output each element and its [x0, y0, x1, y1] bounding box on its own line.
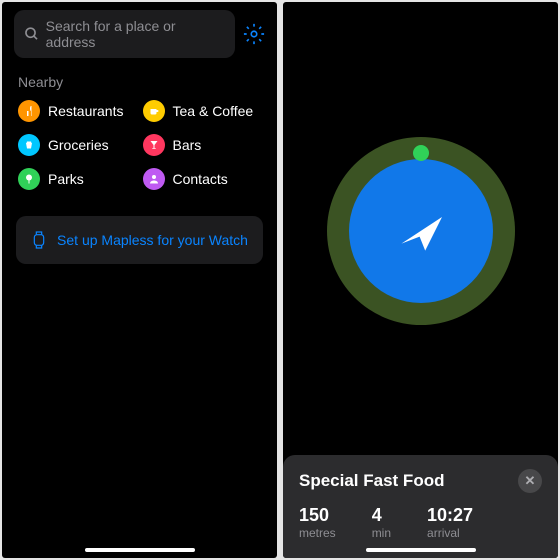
groceries-icon: [18, 134, 40, 156]
stats-row: 150 metres 4 min 10:27 arrival: [299, 505, 542, 540]
stat-label: min: [372, 526, 391, 540]
nearby-title: Nearby: [18, 74, 261, 90]
tea-coffee-icon: [143, 100, 165, 122]
nearby-grid: Restaurants Tea & Coffee Groceries Bars …: [18, 100, 261, 190]
bars-icon: [143, 134, 165, 156]
watch-icon: [31, 230, 47, 250]
stat-duration: 4 min: [372, 505, 391, 540]
stat-value: 4: [372, 505, 391, 526]
nearby-label: Bars: [173, 137, 202, 153]
compass-disc: [349, 159, 493, 303]
search-icon: [24, 26, 40, 42]
nearby-restaurants[interactable]: Restaurants: [18, 100, 137, 122]
close-icon: ✕: [525, 473, 536, 489]
nearby-parks[interactable]: Parks: [18, 168, 137, 190]
destination-panel: Special Fast Food ✕ 150 metres 4 min 10:…: [283, 455, 558, 558]
nearby-label: Groceries: [48, 137, 109, 153]
nearby-label: Tea & Coffee: [173, 103, 254, 119]
compass-ring: [327, 137, 515, 325]
nearby-contacts[interactable]: Contacts: [143, 168, 262, 190]
contacts-icon: [143, 168, 165, 190]
nearby-label: Parks: [48, 171, 84, 187]
watch-setup-banner[interactable]: Set up Mapless for your Watch: [16, 216, 263, 264]
phone-right: Special Fast Food ✕ 150 metres 4 min 10:…: [283, 2, 558, 558]
nearby-groceries[interactable]: Groceries: [18, 134, 137, 156]
search-placeholder: Search for a place or address: [46, 18, 225, 50]
phone-left: Search for a place or address Nearby Res…: [2, 2, 277, 558]
panel-header: Special Fast Food ✕: [299, 469, 542, 493]
stat-value: 10:27: [427, 505, 473, 526]
destination-title: Special Fast Food: [299, 471, 444, 491]
watch-banner-text: Set up Mapless for your Watch: [57, 232, 248, 248]
gear-icon[interactable]: [243, 23, 265, 45]
home-indicator[interactable]: [366, 548, 476, 552]
nearby-tea-coffee[interactable]: Tea & Coffee: [143, 100, 262, 122]
home-indicator[interactable]: [85, 548, 195, 552]
north-indicator-icon: [413, 145, 429, 161]
close-button[interactable]: ✕: [518, 469, 542, 493]
search-bar: Search for a place or address: [2, 2, 277, 66]
parks-icon: [18, 168, 40, 190]
nearby-bars[interactable]: Bars: [143, 134, 262, 156]
restaurants-icon: [18, 100, 40, 122]
search-input[interactable]: Search for a place or address: [14, 10, 235, 58]
direction-arrow-icon: [386, 196, 456, 266]
nearby-section: Nearby Restaurants Tea & Coffee Grocerie…: [2, 66, 277, 198]
stat-value: 150: [299, 505, 336, 526]
nearby-label: Contacts: [173, 171, 228, 187]
stat-arrival: 10:27 arrival: [427, 505, 473, 540]
stat-label: arrival: [427, 526, 473, 540]
stat-distance: 150 metres: [299, 505, 336, 540]
stat-label: metres: [299, 526, 336, 540]
nearby-label: Restaurants: [48, 103, 123, 119]
